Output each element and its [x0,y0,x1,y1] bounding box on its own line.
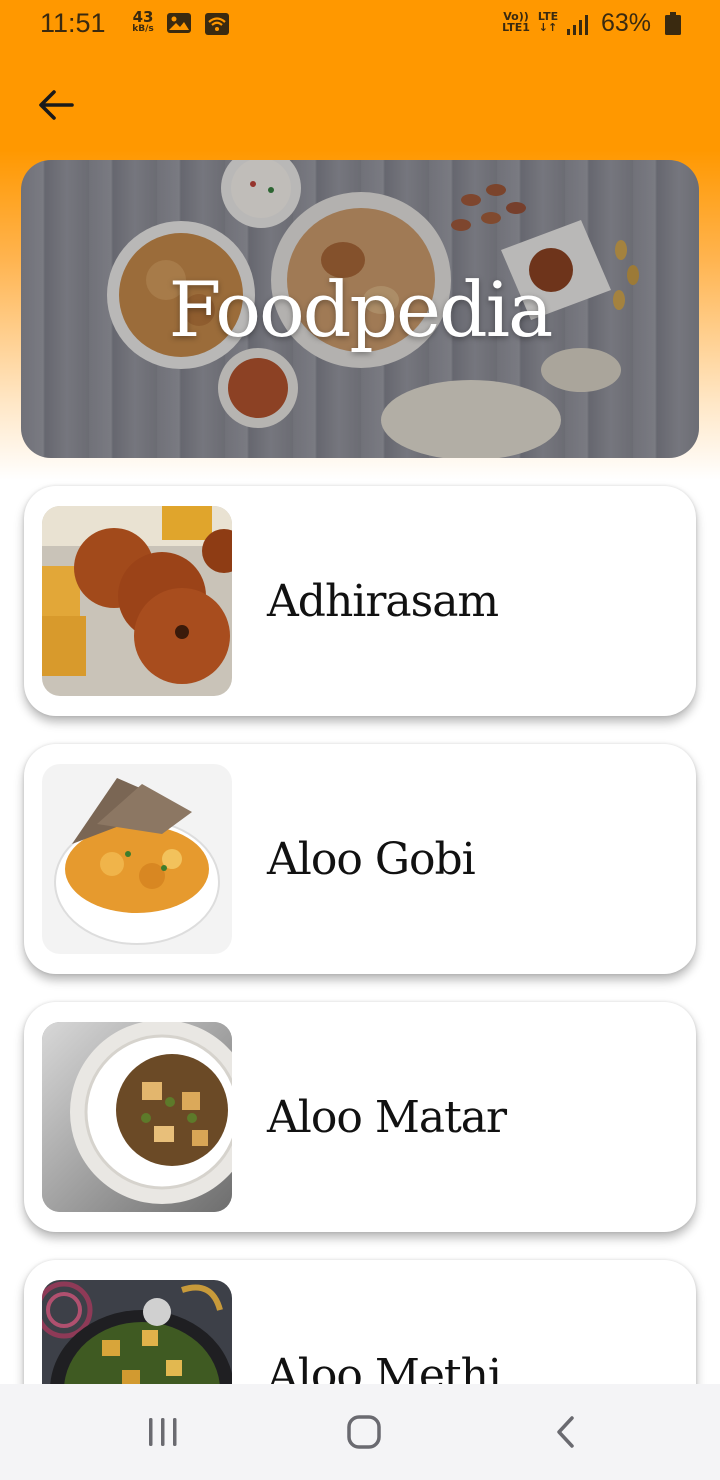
recipe-card[interactable]: Aloo Matar [24,1002,696,1232]
aloo-gobi-image [42,764,232,954]
system-back-button[interactable] [542,1408,590,1456]
recipe-name: Aloo Matar [267,1091,507,1143]
back-icon [557,1416,574,1448]
recipe-thumbnail [42,506,232,696]
recipe-name: Aloo Methi [267,1349,502,1385]
recipe-card[interactable]: Aloo Gobi [24,744,696,974]
recipe-name: Adhirasam [267,575,499,627]
recent-apps-icon [149,1418,177,1446]
aloo-methi-image [42,1280,232,1384]
navigation-bar [0,1384,720,1480]
recipe-card[interactable]: Aloo Methi [24,1260,696,1384]
adhirasam-image [42,506,232,696]
recipe-thumbnail [42,1022,232,1212]
home-button[interactable] [340,1408,388,1456]
home-icon [347,1415,381,1449]
recipe-thumbnail [42,1280,232,1384]
recipe-name: Aloo Gobi [267,833,476,885]
recipe-card[interactable]: Adhirasam [24,486,696,716]
recipe-thumbnail [42,764,232,954]
recipe-list[interactable]: Adhirasam Aloo Gobi Aloo Matar Aloo Meth… [0,0,720,1384]
aloo-matar-image [42,1022,232,1212]
recent-apps-button[interactable] [139,1408,187,1456]
